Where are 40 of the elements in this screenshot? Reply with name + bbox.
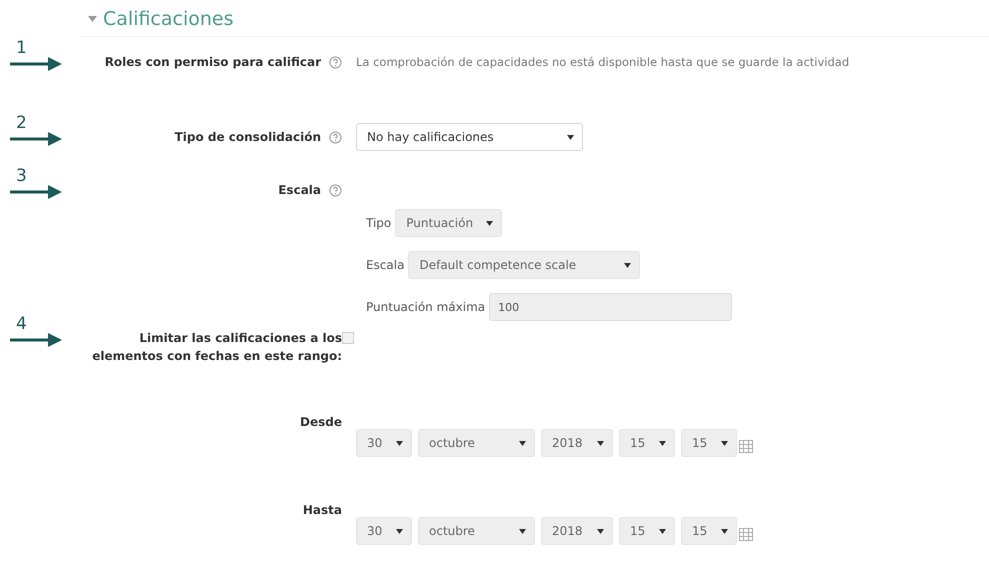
field-label: Hasta xyxy=(302,502,342,519)
dropdown-arrow-icon xyxy=(396,440,403,446)
dropdown-arrow-icon xyxy=(659,440,666,446)
section-title[interactable]: Calificaciones xyxy=(103,8,234,30)
arrow-icon xyxy=(10,333,62,347)
calendar-icon[interactable] xyxy=(739,527,753,541)
dropdown-arrow-icon xyxy=(624,262,632,268)
caret-icon[interactable] xyxy=(88,16,97,22)
dropdown-arrow-icon xyxy=(597,528,604,534)
calendar-icon[interactable] xyxy=(739,439,753,453)
step-number: 4 xyxy=(16,315,27,333)
dropdown-arrow-icon xyxy=(519,528,526,534)
field-label: Tipo xyxy=(366,216,392,230)
arrow-icon xyxy=(10,57,62,71)
field-label: Puntuación máxima xyxy=(366,300,486,314)
dropdown-arrow-icon xyxy=(659,528,666,534)
field-label: Desde xyxy=(300,414,342,431)
step-number: 3 xyxy=(16,167,27,185)
field-label: Escala xyxy=(366,258,404,272)
field-label: Roles con permiso para calificar xyxy=(104,54,321,71)
checkbox[interactable] xyxy=(342,332,354,344)
field-label: Tipo de consolidación xyxy=(174,129,321,146)
step-number: 1 xyxy=(16,39,27,57)
dropdown[interactable]: No hay calificaciones xyxy=(356,123,583,151)
arrow-icon xyxy=(10,132,62,146)
help-icon[interactable] xyxy=(329,184,342,196)
dropdown-arrow-icon xyxy=(721,440,728,446)
dropdown-arrow-icon xyxy=(597,440,604,446)
arrow-icon xyxy=(10,185,62,199)
field-label: Limitar las calificaciones a los elementos con fechas en este rango: xyxy=(91,330,342,365)
dropdown-arrow-icon xyxy=(567,134,574,140)
step-number: 2 xyxy=(16,114,27,132)
dropdown-arrow-icon xyxy=(396,528,403,534)
help-icon[interactable] xyxy=(329,130,342,144)
help-icon[interactable] xyxy=(329,56,342,68)
dropdown-arrow-icon xyxy=(519,440,526,446)
dropdown-arrow-icon xyxy=(486,220,494,226)
field-label: Escala xyxy=(278,182,321,199)
info-text: La comprobación de capacidades no está disponible hasta que se guarde la actividad xyxy=(356,54,850,71)
dropdown-arrow-icon xyxy=(721,528,728,534)
